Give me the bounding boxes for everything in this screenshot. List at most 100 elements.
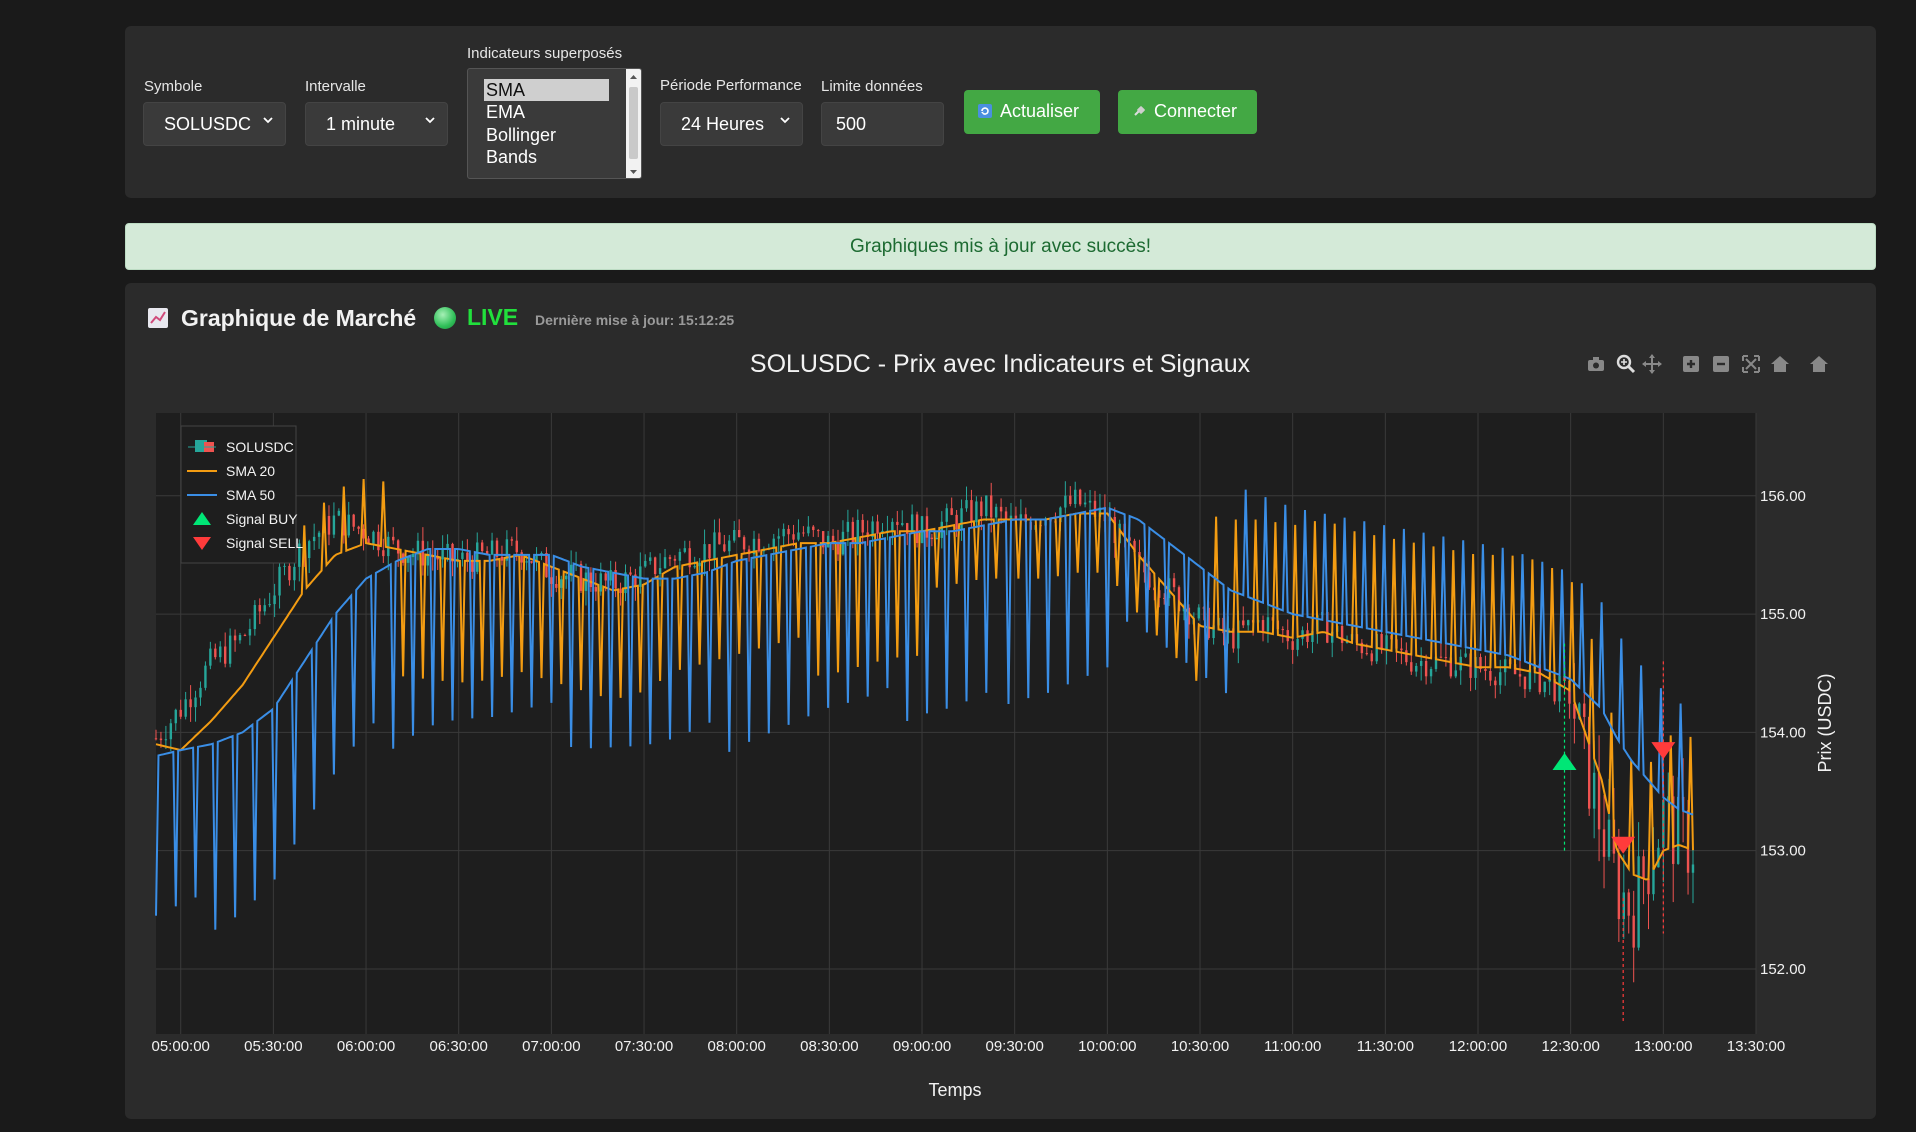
candle-body <box>1637 856 1640 948</box>
candle-body <box>649 557 652 561</box>
chart-card: Graphique de Marché LIVE Dernière mise à… <box>125 283 1876 1119</box>
candle-body <box>856 519 859 543</box>
connect-button[interactable]: Connecter <box>1118 90 1257 134</box>
candle-body <box>263 605 266 612</box>
candle-body <box>1464 653 1467 657</box>
scrollbar-thumb[interactable] <box>629 87 638 159</box>
candle-body <box>639 566 642 587</box>
x-tick-label: 11:00:00 <box>1264 1038 1321 1055</box>
overlays-multiselect[interactable]: SMA EMA Bollinger Bands <box>467 68 642 179</box>
candle-body <box>1296 638 1299 650</box>
candle-body <box>1004 511 1008 519</box>
candle-body <box>960 508 963 530</box>
candle-body <box>653 557 657 575</box>
period-select[interactable]: 24 Heures <box>660 102 803 146</box>
candle-body <box>312 536 316 542</box>
chevron-down-icon <box>425 117 435 124</box>
candle-body <box>846 521 850 532</box>
candle-body <box>658 568 662 575</box>
controls-panel: Symbole SOLUSDC Intervalle 1 minute Indi… <box>125 26 1876 198</box>
candle-body <box>372 531 375 544</box>
candle-body <box>1078 489 1082 505</box>
candle-body <box>891 521 894 531</box>
x-tick-label: 10:00:00 <box>1078 1038 1136 1055</box>
candle-body <box>1385 635 1388 650</box>
candle-body <box>189 699 192 708</box>
overlay-option-bollinger[interactable]: Bollinger Bands <box>484 124 609 167</box>
candle-body <box>174 709 177 724</box>
legend-label: Signal BUY <box>226 511 298 527</box>
candle-body <box>204 665 207 688</box>
candle-body <box>243 635 247 637</box>
overlay-option-sma[interactable]: SMA <box>484 79 609 101</box>
plot-area[interactable] <box>156 413 1756 1034</box>
candle-body <box>461 552 464 559</box>
symbol-value: SOLUSDC <box>164 114 252 134</box>
scroll-up-icon[interactable] <box>626 71 641 83</box>
candle-body <box>164 739 168 741</box>
overlay-option-ema[interactable]: EMA <box>484 101 609 123</box>
candle-body <box>792 534 795 540</box>
limit-input[interactable]: 500 <box>821 102 944 146</box>
candle-body <box>347 514 350 536</box>
candle-body <box>1494 680 1497 686</box>
candle-body <box>1172 578 1176 588</box>
candle-body <box>1405 650 1408 663</box>
candle-body <box>925 516 929 538</box>
candle-body <box>392 536 395 541</box>
candle-body <box>619 588 622 594</box>
candle-body <box>663 557 667 569</box>
candle-body <box>713 532 716 559</box>
candle-body <box>742 537 746 550</box>
candle-body <box>480 542 484 552</box>
scroll-down-icon[interactable] <box>626 166 641 178</box>
candle-body <box>1484 669 1487 671</box>
candle-body <box>550 577 553 584</box>
candle-body <box>421 540 425 566</box>
candle-body <box>644 560 647 567</box>
candle-body <box>723 544 726 552</box>
candle-body <box>678 551 682 561</box>
candle-body <box>1064 495 1067 508</box>
candle-body <box>737 529 741 538</box>
candle-body <box>1415 665 1418 672</box>
candle-body <box>1365 653 1369 655</box>
candle-body <box>1602 829 1606 857</box>
connect-label: Connecter <box>1154 101 1238 121</box>
candle-body <box>1069 495 1072 505</box>
price-chart[interactable]: 05:00:00 05:30:00 06:00:00 06:30:00 07:00:00… <box>125 283 1876 1119</box>
overlays-scrollbar[interactable] <box>626 69 641 178</box>
candle-body <box>253 605 257 630</box>
candle-body <box>1424 660 1428 677</box>
period-label: Période Performance <box>660 77 802 94</box>
interval-select[interactable]: 1 minute <box>305 102 448 146</box>
candle-body <box>831 535 835 542</box>
x-tick-label: 10:30:00 <box>1171 1038 1229 1055</box>
candle-body <box>985 495 988 517</box>
candle-body <box>940 521 943 538</box>
refresh-button[interactable]: Actualiser <box>964 90 1100 134</box>
interval-value: 1 minute <box>326 114 396 134</box>
legend[interactable]: SOLUSDC SMA 20 SMA 50 Signal BUY Signal SELL <box>180 425 303 564</box>
symbol-label: Symbole <box>144 78 203 95</box>
x-tick-label: 11:30:00 <box>1357 1038 1414 1055</box>
candle-body <box>219 646 222 658</box>
symbol-select[interactable]: SOLUSDC <box>143 102 286 146</box>
candle-body <box>876 521 879 534</box>
candle-body <box>1523 676 1527 690</box>
candle-body <box>268 604 271 606</box>
legend-label: SMA 50 <box>226 487 275 503</box>
candle-body <box>411 553 415 558</box>
candle-body <box>1627 892 1630 916</box>
x-tick-label: 13:00:00 <box>1634 1038 1692 1055</box>
candle-body <box>1617 853 1621 920</box>
candle-body <box>999 506 1003 512</box>
candle-body <box>258 605 261 612</box>
candle-body <box>728 540 731 552</box>
candle-body <box>308 541 311 559</box>
candle-body <box>1400 648 1403 651</box>
candle-body <box>199 687 202 698</box>
candle-body <box>238 635 242 641</box>
candle-body <box>1607 819 1611 857</box>
candle-body <box>214 648 217 658</box>
